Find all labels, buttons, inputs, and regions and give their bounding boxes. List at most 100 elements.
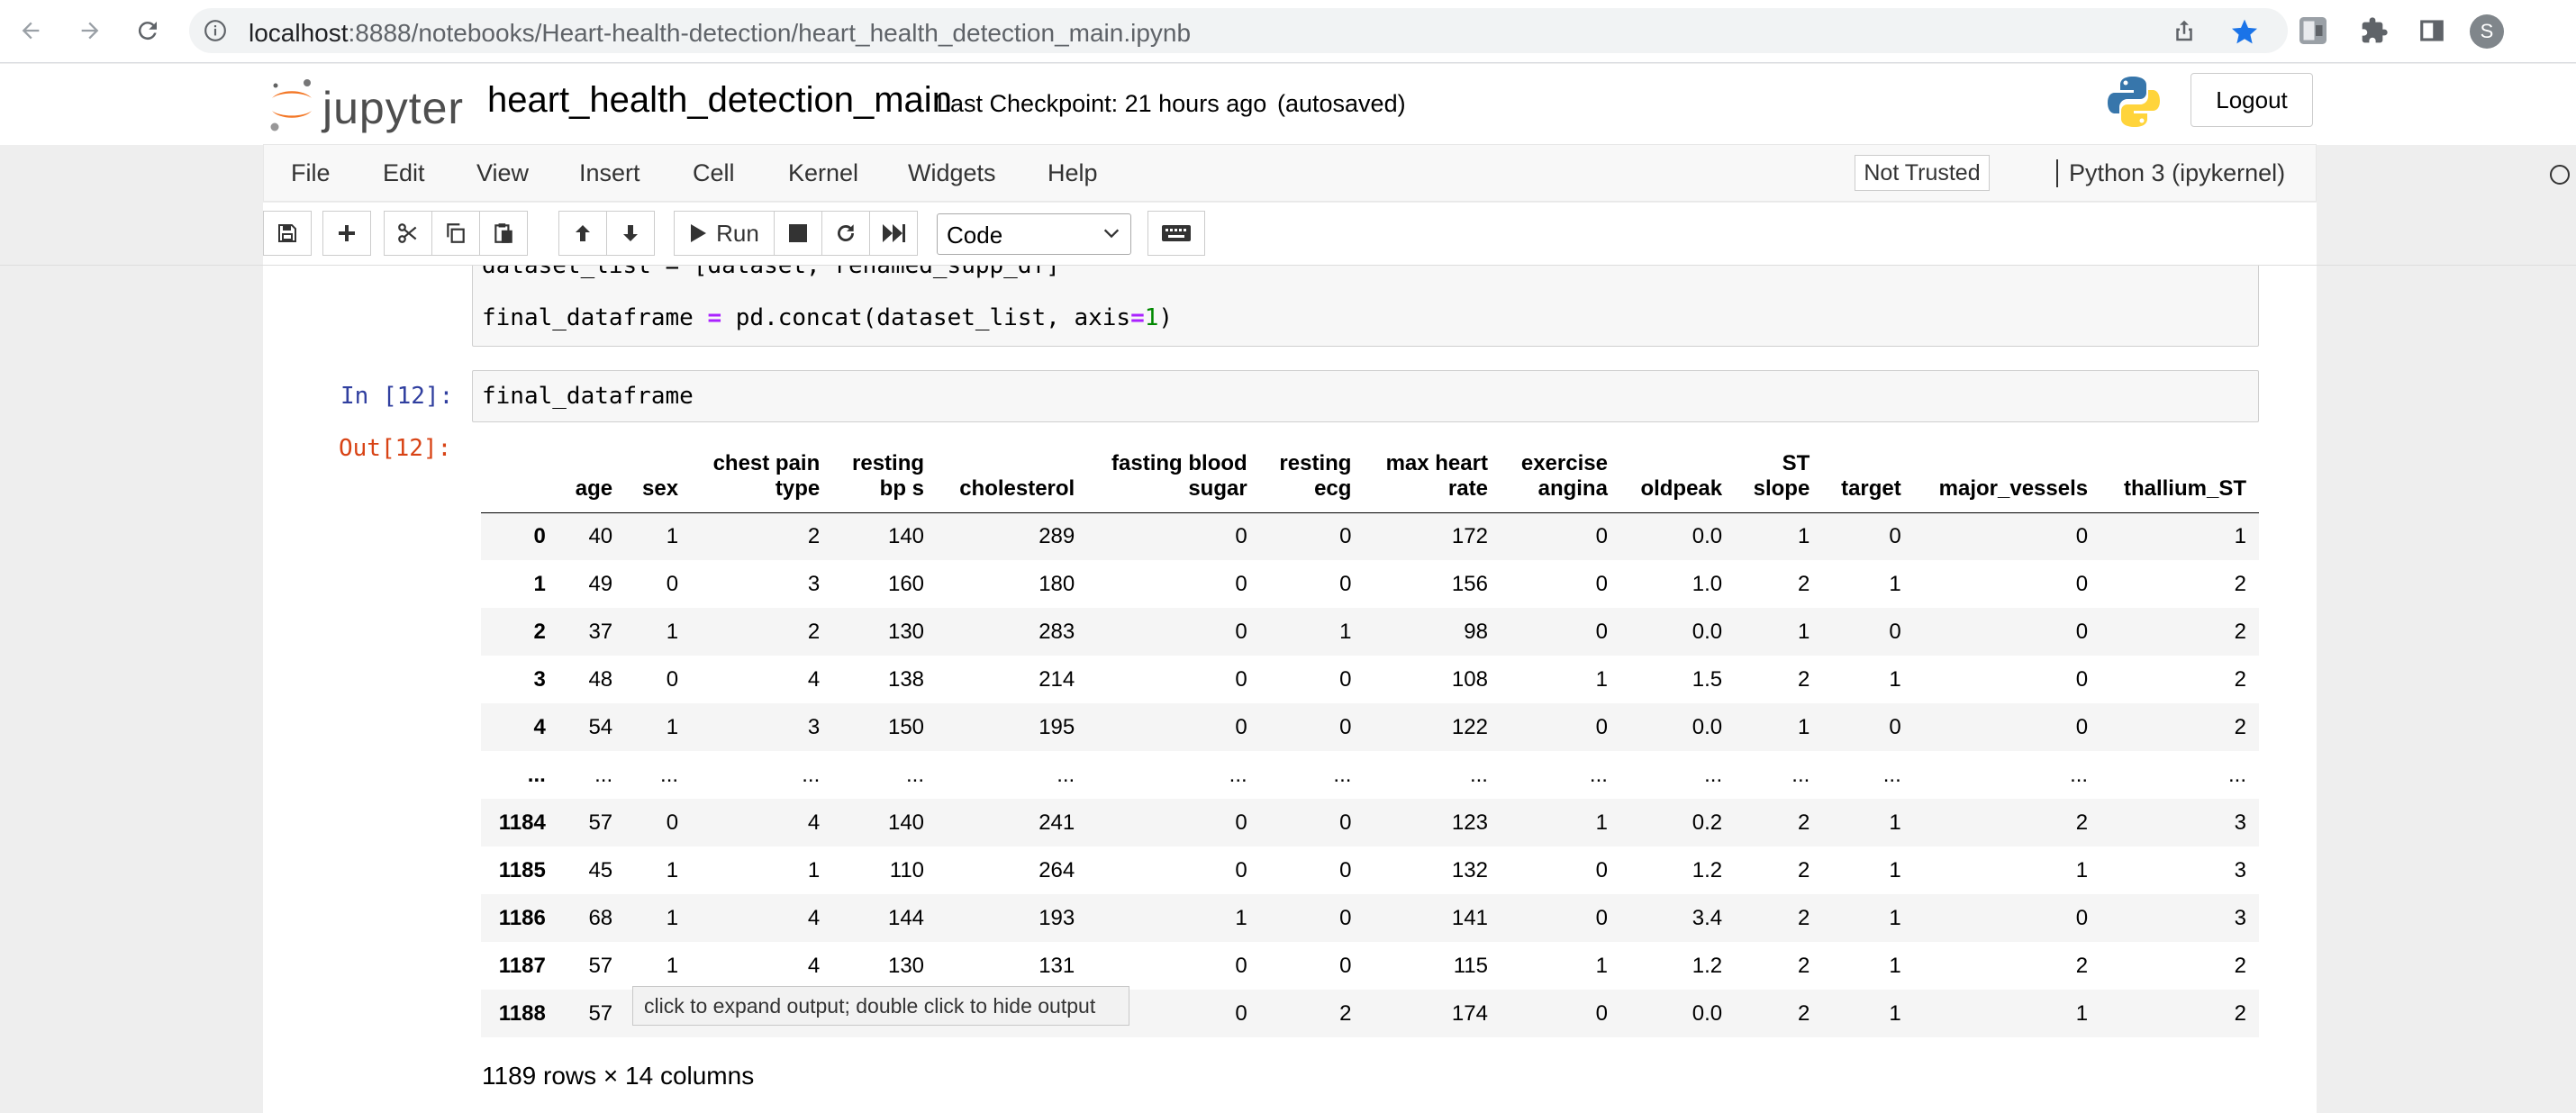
table-cell: 0 — [1595, 571, 1608, 596]
table-cell: 3.4 — [1692, 905, 1723, 930]
output-prompt[interactable]: Out[12]: — [339, 435, 451, 462]
table-cell: 68 — [588, 905, 613, 930]
run-button[interactable]: Run — [674, 211, 775, 256]
table-cell: 2 — [807, 523, 821, 548]
insert-cell-button[interactable] — [322, 211, 371, 256]
table-cell: 98 — [1464, 619, 1488, 644]
table-cell: 0 — [1235, 571, 1247, 596]
table-cell: 40 — [588, 523, 613, 548]
move-down-button[interactable] — [606, 211, 655, 256]
logout-button[interactable]: Logout — [2191, 73, 2313, 127]
code-line-concat: final_dataframe = pd.concat(dataset_list… — [482, 304, 1174, 331]
table-cell: 57 — [588, 953, 613, 978]
interrupt-button[interactable] — [774, 211, 822, 256]
back-icon[interactable] — [13, 13, 49, 49]
move-up-button[interactable] — [558, 211, 607, 256]
sidebar-icon[interactable] — [2414, 13, 2450, 49]
column-header: target — [1822, 428, 1914, 513]
table-cell: 3 — [2234, 905, 2246, 930]
url-text: localhost:8888/notebooks/Heart-health-de… — [249, 19, 1191, 48]
command-palette-button[interactable] — [1147, 211, 1205, 256]
table-cell: 0.0 — [1692, 523, 1723, 548]
table-cell: ... — [1791, 762, 1810, 787]
table-cell: 0.2 — [1692, 810, 1723, 835]
table-cell: 150 — [887, 714, 925, 739]
input-code-cell[interactable]: final_dataframe — [472, 370, 2259, 422]
table-cell: 132 — [1451, 857, 1488, 882]
menu-kernel[interactable]: Kernel — [788, 159, 858, 187]
code-line-partial: dataset_list = [dataset, renamed_supp_df… — [482, 266, 1060, 279]
row-index: ... — [527, 762, 546, 787]
profile-avatar[interactable]: S — [2470, 14, 2504, 49]
notebook-title[interactable]: heart_health_detection_main — [487, 80, 952, 121]
table-cell: 130 — [887, 953, 925, 978]
forward-icon[interactable] — [72, 13, 108, 49]
column-header: resting bp s — [832, 428, 938, 513]
kernel-name[interactable]: Python 3 (ipykernel) — [2056, 159, 2285, 187]
table-cell: 0 — [1889, 714, 1901, 739]
table-row: 1 49 0 3 160 180 0 0 156 0 1.0 2 1 0 2 — [481, 560, 2259, 608]
url-path: :8888/notebooks/Heart-health-detection/h… — [348, 19, 1192, 47]
table-cell: 0 — [1595, 905, 1608, 930]
table-cell: 0 — [2075, 571, 2089, 596]
table-cell: 57 — [588, 1000, 613, 1026]
menu-cell[interactable]: Cell — [693, 159, 735, 187]
column-header: age — [558, 428, 626, 513]
row-index: 1187 — [498, 953, 546, 978]
table-row: 1184 57 0 4 140 241 0 0 123 1 0.2 2 1 2 3 — [481, 799, 2259, 846]
arrow-down-icon — [623, 225, 638, 241]
menu-help[interactable]: Help — [1048, 159, 1098, 187]
puzzle-icon[interactable] — [2356, 13, 2392, 49]
notebook-toolbar: Run Code — [263, 203, 2317, 266]
table-cell: 0 — [1595, 714, 1608, 739]
table-cell: 4 — [807, 810, 821, 835]
table-cell: 123 — [1451, 810, 1488, 835]
table-cell: 48 — [588, 666, 613, 692]
extension-icon[interactable] — [2295, 13, 2331, 49]
address-bar[interactable]: localhost:8888/notebooks/Heart-health-de… — [189, 8, 2288, 53]
table-cell: 0 — [2075, 619, 2089, 644]
table-cell: 156 — [1451, 571, 1488, 596]
table-cell: 1.5 — [1692, 666, 1723, 692]
menu-view[interactable]: View — [476, 159, 529, 187]
table-cell: 1 — [666, 905, 679, 930]
column-header: sex — [625, 428, 692, 513]
table-cell: 0.0 — [1692, 619, 1723, 644]
table-cell: 1 — [2075, 1000, 2089, 1026]
copy-button[interactable] — [431, 211, 480, 256]
table-body: 0 40 1 2 140 289 0 0 172 0 0.0 1 0 0 1 1 49 0 3 160 180 0 0 156… — [481, 512, 2259, 1037]
table-cell: 0.0 — [1692, 1000, 1723, 1026]
table-cell: 0 — [666, 571, 679, 596]
table-row: 0 40 1 2 140 289 0 0 172 0 0.0 1 0 0 1 — [481, 512, 2259, 560]
info-icon[interactable] — [204, 19, 227, 42]
restart-run-all-button[interactable] — [869, 211, 918, 256]
cell-type-select[interactable]: Code — [937, 213, 1131, 255]
not-trusted-button[interactable]: Not Trusted — [1855, 155, 1990, 191]
table-cell: ... — [1057, 762, 1075, 787]
menu-insert[interactable]: Insert — [579, 159, 640, 187]
table-cell: 0 — [2075, 523, 2089, 548]
save-button[interactable] — [263, 211, 312, 256]
table-cell: 1.2 — [1692, 857, 1723, 882]
row-index: 1186 — [498, 905, 546, 930]
jupyter-logo[interactable]: jupyter — [267, 75, 465, 134]
menu-edit[interactable]: Edit — [383, 159, 425, 187]
reload-icon[interactable] — [130, 13, 166, 49]
menu-widgets[interactable]: Widgets — [908, 159, 996, 187]
paste-button[interactable] — [479, 211, 528, 256]
table-cell: 1 — [1595, 666, 1608, 692]
star-icon[interactable] — [2230, 17, 2257, 44]
table-cell: ... — [2070, 762, 2089, 787]
table-row: 3 48 0 4 138 214 0 0 108 1 1.5 2 1 0 2 — [481, 656, 2259, 703]
row-index: 1184 — [498, 810, 546, 835]
table-cell: 2 — [807, 619, 821, 644]
table-cell: 2 — [1797, 857, 1810, 882]
table-cell: 0 — [1235, 523, 1247, 548]
menu-file[interactable]: File — [291, 159, 331, 187]
index-header — [481, 428, 558, 513]
share-icon[interactable] — [2171, 17, 2198, 44]
table-cell: 2 — [1797, 905, 1810, 930]
previous-code-cell[interactable]: dataset_list = [dataset, renamed_supp_df… — [472, 266, 2259, 347]
cut-button[interactable] — [384, 211, 432, 256]
restart-kernel-button[interactable] — [821, 211, 870, 256]
